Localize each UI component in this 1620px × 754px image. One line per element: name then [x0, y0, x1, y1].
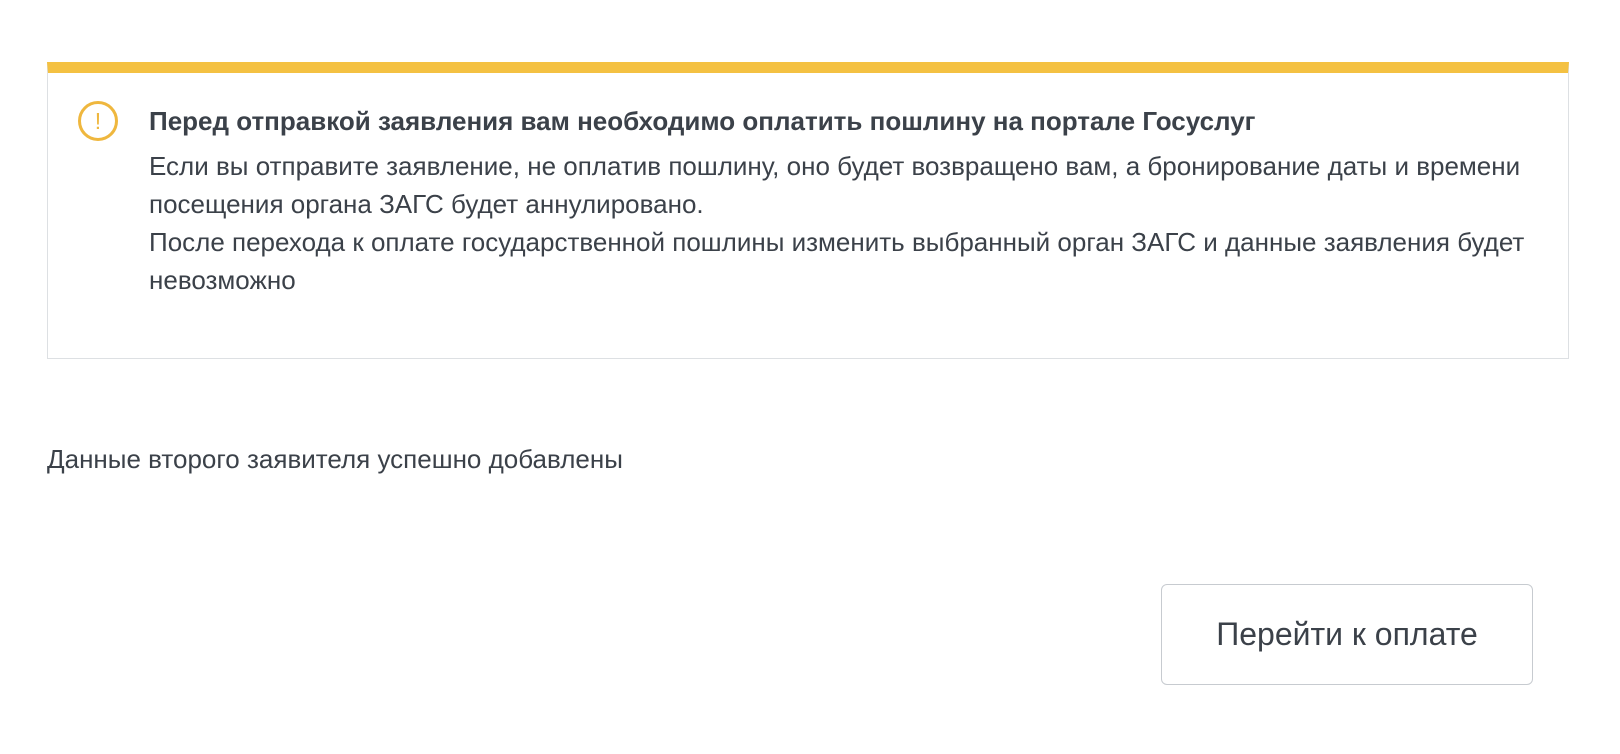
notice-body: Перед отправкой заявления вам необходимо… — [149, 103, 1529, 299]
go-to-payment-button[interactable]: Перейти к оплате — [1161, 584, 1533, 685]
second-applicant-added-message: Данные второго заявителя успешно добавле… — [47, 444, 623, 474]
exclamation-circle-icon: ! — [78, 101, 118, 141]
notice-text-unpaid-warning: Если вы отправите заявление, не оплатив … — [149, 151, 1521, 219]
svg-text:!: ! — [95, 108, 101, 134]
notice-text-no-changes-warning: После перехода к оплате государственной … — [149, 227, 1525, 295]
notice-title: Перед отправкой заявления вам необходимо… — [149, 106, 1256, 136]
payment-warning-notice: ! Перед отправкой заявления вам необходи… — [47, 62, 1569, 359]
